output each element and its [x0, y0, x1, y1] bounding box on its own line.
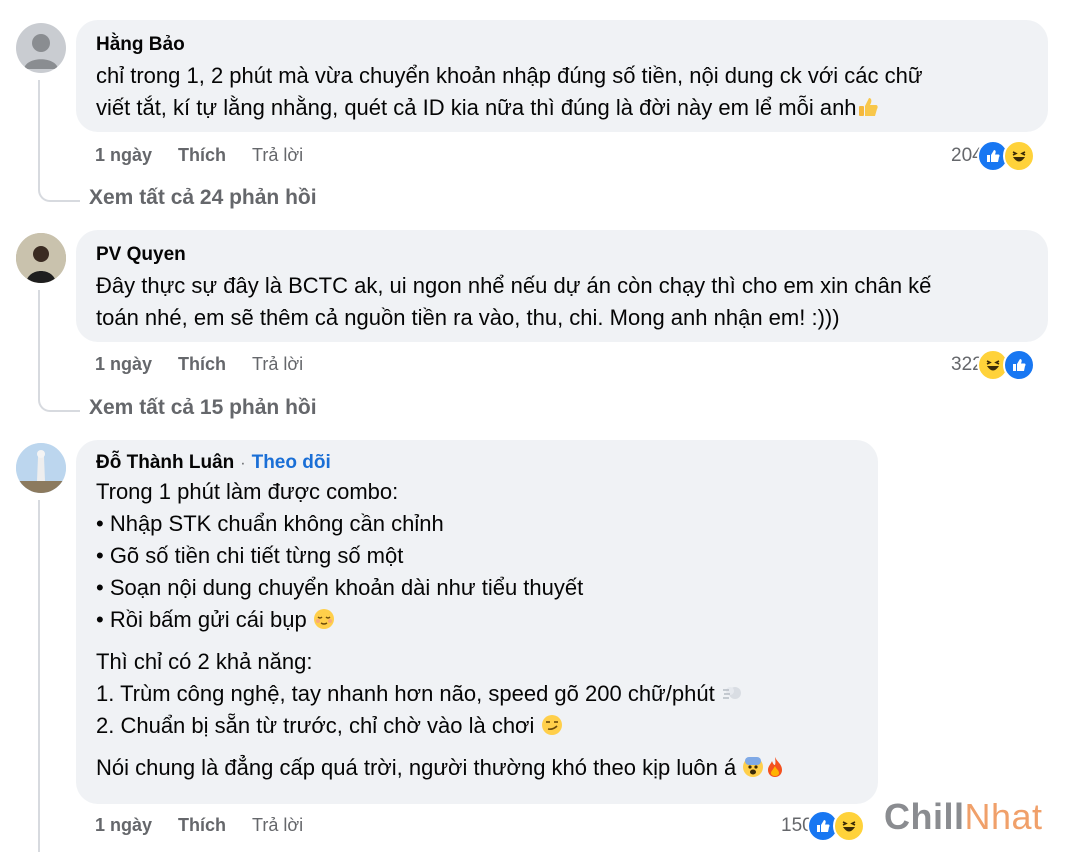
like-button[interactable]: Thích [178, 815, 226, 836]
comment-text-line: chỉ trong 1, 2 phút mà vừa chuyển khoản … [96, 63, 923, 88]
reply-button[interactable]: Trả lời [252, 354, 303, 375]
dash-icon [721, 681, 743, 703]
comment-author[interactable]: PV Quyen [96, 244, 1028, 266]
haha-reaction-icon [832, 810, 865, 842]
comment-text-line: viết tắt, kí tự lằng nhằng, quét cả ID k… [96, 92, 1028, 124]
like-reaction-icon [1002, 349, 1035, 381]
like-button[interactable]: Thích [178, 354, 226, 375]
comment-text-line: • Gõ số tiền chi tiết từng số một [96, 543, 404, 568]
avatar[interactable] [16, 23, 66, 73]
view-replies-link[interactable]: Xem tất cả 15 phản hồi [89, 396, 317, 420]
haha-reaction-icon [1002, 140, 1035, 172]
view-replies-link[interactable]: Xem tất cả 24 phản hồi [89, 186, 317, 210]
default-avatar-icon [24, 34, 58, 69]
thread-line [38, 290, 40, 390]
comment-text-line: Trong 1 phút làm được combo: [96, 479, 399, 504]
fire-icon [764, 755, 786, 777]
comment-text-line: Đây thực sự đây là BCTC ak, ui ngon nhể … [96, 273, 932, 298]
reply-connector [38, 380, 80, 412]
comment-author[interactable]: Đỗ Thành Luân [96, 452, 234, 474]
thread-line [38, 500, 40, 852]
comment-text-line: toán nhé, em sẽ thêm cả nguồn tiền ra và… [96, 305, 840, 330]
reaction-summary[interactable]: 322 [951, 349, 1035, 381]
comment-time[interactable]: 1 ngày [95, 815, 152, 836]
avatar[interactable] [16, 233, 66, 283]
comment-text-line: • Soạn nội dung chuyển khoản dài như tiể… [96, 575, 584, 600]
reaction-summary[interactable]: 150 [781, 810, 865, 842]
thumbs-up-icon [857, 95, 879, 117]
smirk-face-icon [541, 713, 563, 735]
comment-text-line: • Rồi bấm gửi cái bụp [96, 604, 858, 636]
comment-bubble: Đỗ Thành Luân · Theo dõi Trong 1 phút là… [76, 440, 878, 804]
comment-text-line: • Nhập STK chuẩn không cần chỉnh [96, 511, 444, 536]
comment-text-line: 1. Trùm công nghệ, tay nhanh hơn não, sp… [96, 678, 858, 710]
comment-text-line: 2. Chuẩn bị sẵn từ trước, chỉ chờ vào là… [96, 710, 858, 742]
profile-photo-icon [16, 443, 66, 493]
thread-line [38, 80, 40, 180]
reply-connector [38, 170, 80, 202]
comment-bubble: PV Quyen Đây thực sự đây là BCTC ak, ui … [76, 230, 1048, 342]
comment-bubble: Hằng Bảo chỉ trong 1, 2 phút mà vừa chuy… [76, 20, 1048, 132]
comment-author[interactable]: Hằng Bảo [96, 34, 1028, 56]
comment-time[interactable]: 1 ngày [95, 354, 152, 375]
watermark-logo: ChillNhat [884, 796, 1043, 837]
scared-face-icon [742, 755, 764, 777]
comment-text-line: Thì chỉ có 2 khả năng: [96, 649, 313, 674]
comment-text-line: Nói chung là đẳng cấp quá trời, người th… [96, 752, 858, 784]
avatar[interactable] [16, 443, 66, 493]
relieved-face-icon [313, 607, 335, 629]
separator-dot: · [240, 455, 246, 472]
comment-time[interactable]: 1 ngày [95, 145, 152, 166]
like-button[interactable]: Thích [178, 145, 226, 166]
follow-button[interactable]: Theo dõi [252, 452, 331, 474]
reaction-summary[interactable]: 204 [951, 140, 1035, 172]
reply-button[interactable]: Trả lời [252, 145, 303, 166]
profile-photo-icon [16, 233, 66, 283]
reply-button[interactable]: Trả lời [252, 815, 303, 836]
